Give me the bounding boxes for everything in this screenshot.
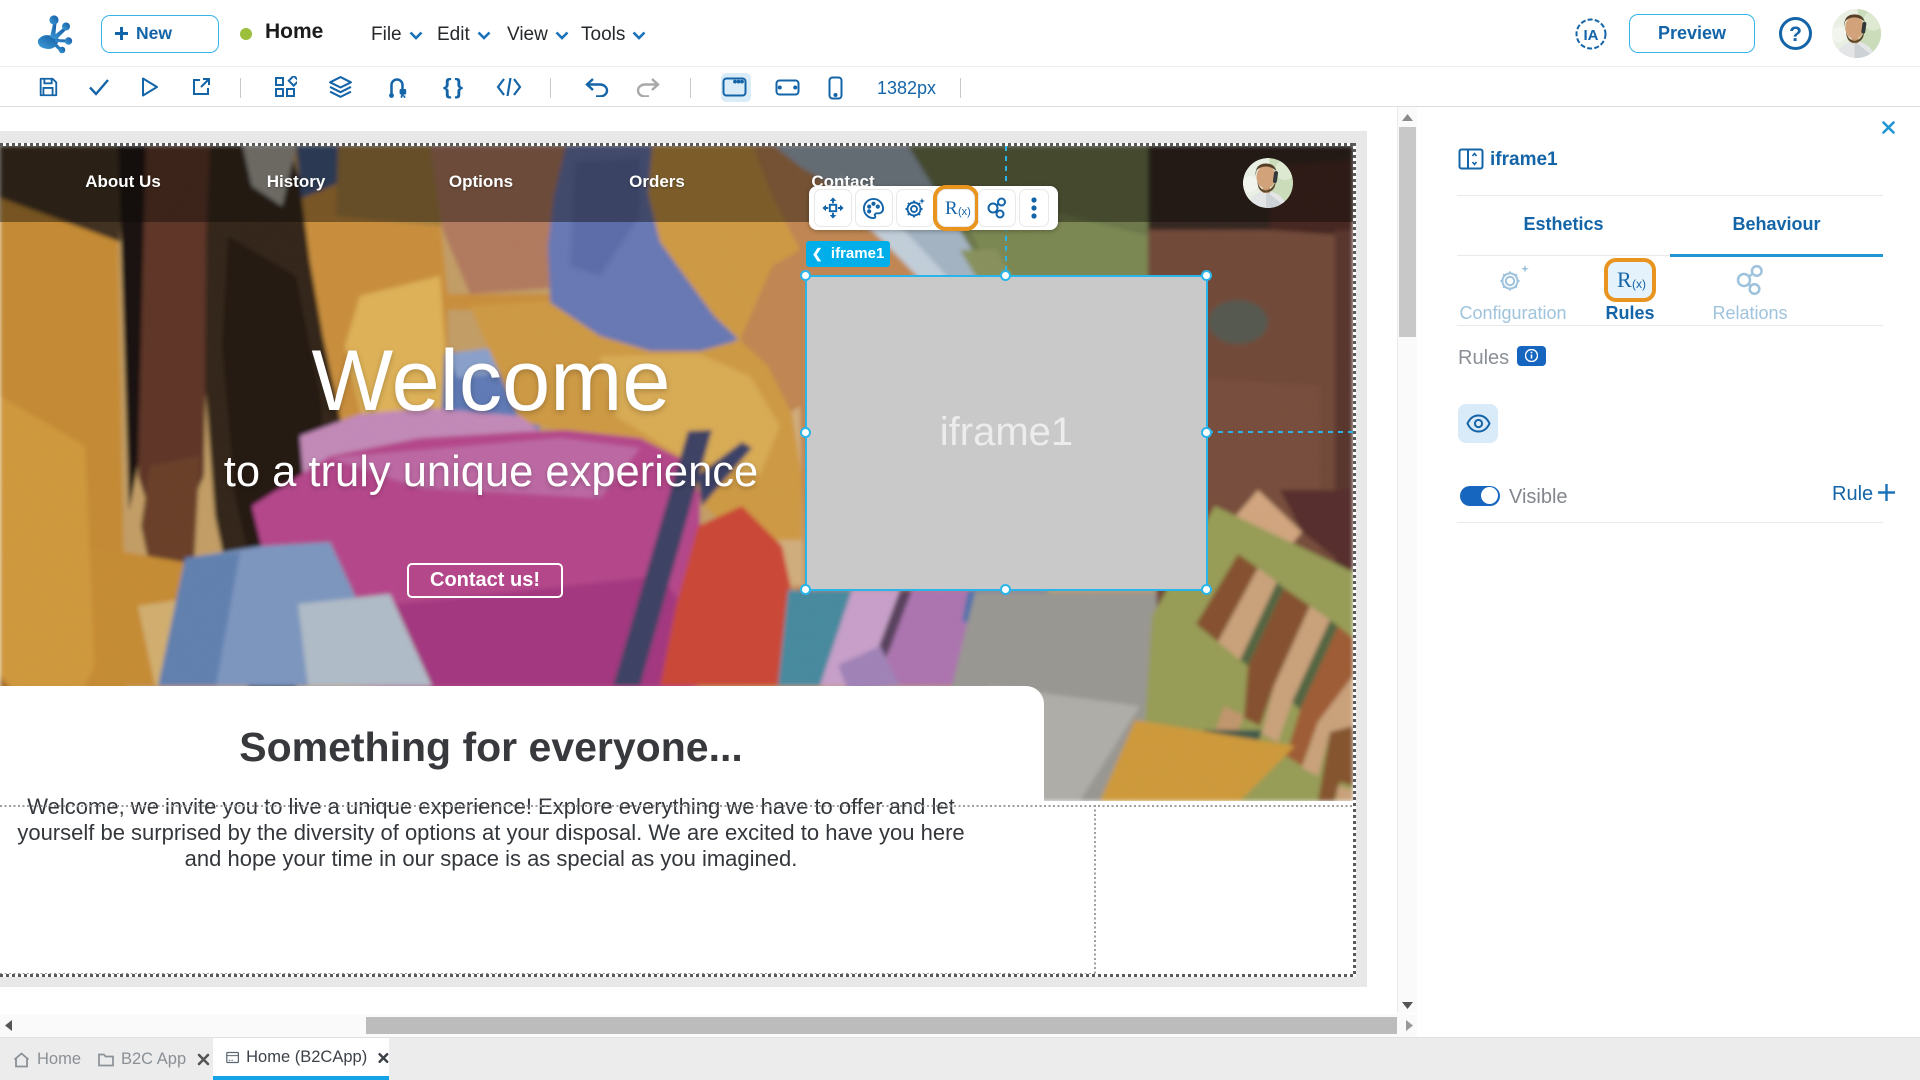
svg-text:(x): (x): [958, 206, 971, 218]
svg-text:R: R: [945, 198, 958, 219]
svg-text:?: ?: [1789, 23, 1802, 46]
svg-text:IA: IA: [1584, 27, 1599, 44]
svg-text:(x): (x): [1632, 277, 1646, 291]
svg-text:R: R: [1617, 267, 1632, 292]
